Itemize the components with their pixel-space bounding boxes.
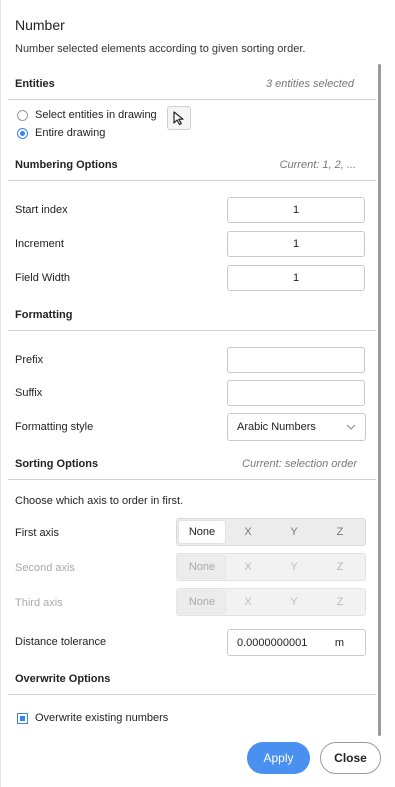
first-axis-option-x[interactable]: X <box>225 521 271 543</box>
pick-entities-button[interactable] <box>167 106 191 130</box>
radio-select-entities-label[interactable]: Select entities in drawing <box>35 109 157 121</box>
overwrite-checkbox-label[interactable]: Overwrite existing numbers <box>35 712 168 724</box>
divider <box>8 330 376 331</box>
second-axis-option-z: Z <box>336 561 344 573</box>
first-axis-option-z[interactable]: Z <box>317 521 363 543</box>
apply-button[interactable]: Apply <box>247 742 310 774</box>
entities-status: 3 entities selected <box>265 78 354 90</box>
start-index-label: Start index <box>15 204 68 216</box>
start-index-input[interactable]: 1 <box>227 197 365 223</box>
third-axis-option-x: X <box>244 596 252 608</box>
third-axis-option-y: Y <box>290 596 298 608</box>
prefix-input[interactable] <box>227 347 365 373</box>
dialog-left-border <box>0 0 1 787</box>
formatting-style-select[interactable]: Arabic Numbers <box>227 413 366 441</box>
prefix-label: Prefix <box>15 354 44 366</box>
scrollbar[interactable] <box>378 64 381 736</box>
divider <box>8 479 376 480</box>
field-width-input[interactable]: 1 <box>227 265 365 291</box>
suffix-input[interactable] <box>227 380 365 406</box>
third-axis-option-none: None <box>179 591 225 613</box>
formatting-style-value: Arabic Numbers <box>237 421 316 433</box>
radio-entire-drawing[interactable] <box>17 128 28 139</box>
divider <box>8 180 376 181</box>
suffix-label: Suffix <box>15 387 43 399</box>
section-title-entities: Entities <box>15 78 55 90</box>
formatting-style-label: Formatting style <box>15 421 94 433</box>
first-axis-option-y[interactable]: Y <box>271 521 317 543</box>
radio-entire-drawing-label[interactable]: Entire drawing <box>35 127 105 139</box>
section-title-overwrite: Overwrite Options <box>15 673 111 685</box>
distance-tolerance-label: Distance tolerance <box>15 636 107 648</box>
second-axis-option-y: Y <box>290 561 298 573</box>
divider <box>8 99 376 100</box>
third-axis-option-z: Z <box>336 596 344 608</box>
overwrite-checkbox[interactable] <box>17 713 28 724</box>
third-axis-segmented: None X Y Z <box>176 588 366 616</box>
sorting-current: Current: selection order <box>242 458 357 470</box>
sorting-instruction: Choose which axis to order in first. <box>15 495 184 507</box>
first-axis-segmented[interactable]: None X Y Z <box>176 518 366 546</box>
section-title-formatting: Formatting <box>15 309 73 321</box>
radio-select-entities[interactable] <box>17 110 28 121</box>
chevron-down-icon <box>346 424 356 430</box>
second-axis-option-x: X <box>244 561 252 573</box>
second-axis-label: Second axis <box>15 562 75 574</box>
numbering-current: Current: 1, 2, ... <box>279 159 356 171</box>
distance-tolerance-input[interactable]: 0.0000000001 m <box>227 629 366 656</box>
increment-input[interactable]: 1 <box>227 231 365 257</box>
dialog-title: Number <box>15 17 65 33</box>
dialog-description: Number selected elements according to gi… <box>15 43 306 55</box>
increment-label: Increment <box>15 238 64 250</box>
distance-tolerance-value: 0.0000000001 <box>237 636 308 649</box>
section-title-numbering: Numbering Options <box>15 159 118 171</box>
field-width-label: Field Width <box>15 272 71 284</box>
cursor-select-icon <box>173 111 184 126</box>
close-button[interactable]: Close <box>320 742 381 774</box>
first-axis-option-none[interactable]: None <box>179 521 225 543</box>
divider <box>8 694 376 695</box>
section-title-sorting: Sorting Options <box>15 458 99 470</box>
third-axis-label: Third axis <box>15 597 63 609</box>
second-axis-segmented: None X Y Z <box>176 553 366 581</box>
second-axis-option-none: None <box>179 556 225 578</box>
first-axis-label: First axis <box>15 527 59 539</box>
distance-tolerance-unit: m <box>334 637 344 649</box>
